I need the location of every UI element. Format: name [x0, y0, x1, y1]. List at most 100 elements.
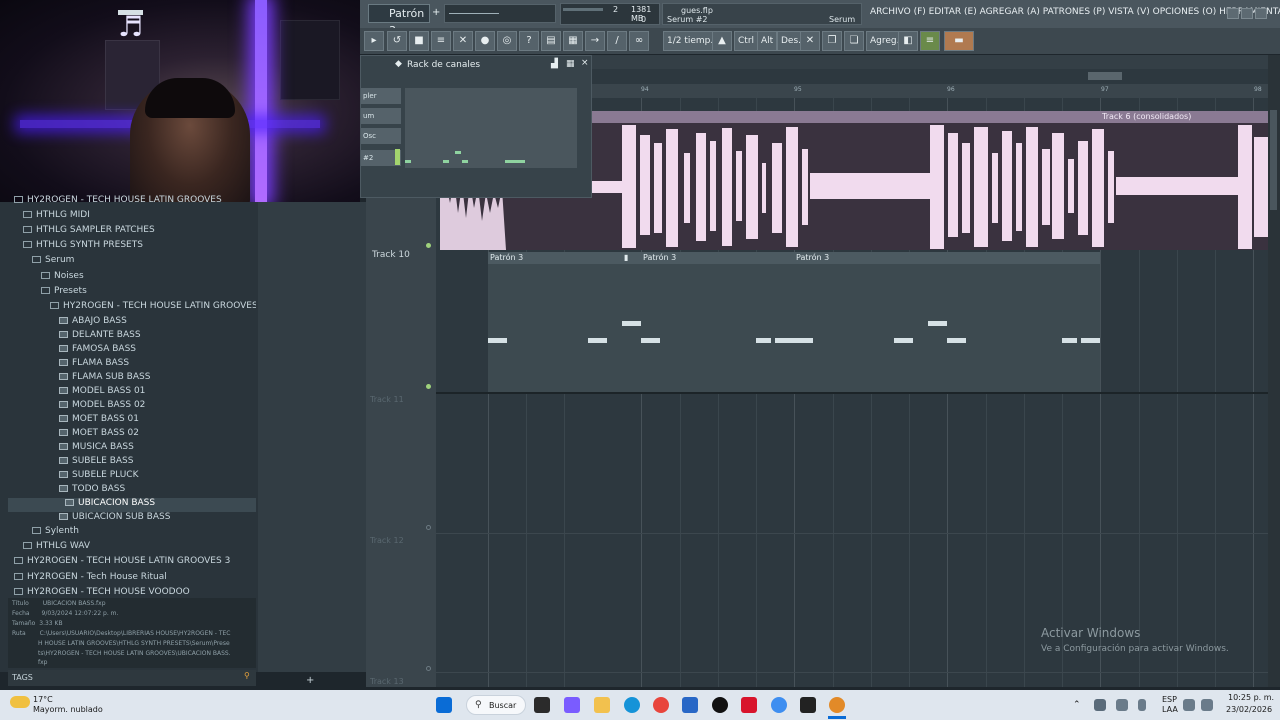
browser-folder-item[interactable]: Serum [8, 255, 256, 269]
browser-folder-item[interactable]: HY2ROGEN - TECH HOUSE VOODOO [8, 587, 256, 601]
live-icon[interactable] [800, 697, 816, 713]
browser-folder-item[interactable]: HY2ROGEN - TECH HOUSE LATIN GROOVES [8, 195, 256, 209]
browser-file-item[interactable]: FLAMA BASS [8, 358, 256, 372]
chrome-icon[interactable] [771, 697, 787, 713]
weather-temp[interactable]: 17°C [33, 695, 53, 704]
windows-start-icon[interactable] [436, 697, 452, 713]
horizontal-scroll-thumb[interactable] [1088, 72, 1122, 80]
browser-folder-item[interactable]: HTHLG MIDI [8, 210, 256, 224]
track-12-label[interactable]: Track 12 [370, 536, 404, 545]
add-pattern-icon[interactable]: + [432, 7, 440, 18]
brush-icon[interactable]: / [607, 31, 627, 51]
channel-button[interactable]: pler [361, 88, 401, 104]
browser-file-item[interactable]: UBICACION SUB BASS [8, 512, 256, 526]
arrow-right-icon[interactable]: → [585, 31, 605, 51]
edge-icon[interactable] [624, 697, 640, 713]
app-icon[interactable] [712, 697, 728, 713]
chat-icon[interactable]: ◎ [497, 31, 517, 51]
clock-time[interactable]: 10:25 p. m. [1228, 693, 1274, 702]
browser-folder-item[interactable]: HY2ROGEN - Tech House Ritual [8, 572, 256, 586]
wifi-icon[interactable] [1183, 699, 1195, 711]
weather-desc[interactable]: Mayorm. nublado [33, 705, 103, 714]
channel-button[interactable]: um [361, 108, 401, 124]
app-icon[interactable] [741, 697, 757, 713]
channel-button[interactable]: Osc [361, 128, 401, 144]
delete-icon[interactable]: ✕ [800, 31, 820, 51]
channel-rack[interactable]: Rack de canales ◆ ▟ ▦ × pler um Osc #2 [360, 55, 592, 198]
copy-icon[interactable]: ❐ [822, 31, 842, 51]
browser-folder-item[interactable]: HTHLG SAMPLER PATCHES [8, 225, 256, 239]
restore-icon[interactable] [1241, 8, 1253, 19]
rack-menu-icon[interactable]: ◆ [395, 59, 402, 69]
track-10-label[interactable]: Track 10 [372, 250, 410, 260]
step-sequencer-grid[interactable] [405, 88, 577, 168]
cut-icon[interactable]: ✕ [453, 31, 473, 51]
ctrl-button[interactable]: Ctrl [734, 31, 759, 51]
track-indicator[interactable] [426, 666, 431, 671]
channel-selector[interactable] [395, 149, 400, 165]
browser-file-item[interactable]: ABAJO BASS [8, 316, 256, 330]
track-indicator[interactable] [426, 384, 431, 389]
snap-selector[interactable]: 1/2 tiemp. [663, 31, 718, 51]
scrollbar-thumb[interactable] [1270, 110, 1277, 210]
plugin-icon[interactable]: ◧ [898, 31, 918, 51]
volume-icon[interactable] [1201, 699, 1213, 711]
mic-icon[interactable] [1138, 699, 1146, 711]
browser-icon[interactable]: ▤ [541, 31, 561, 51]
lang-layout[interactable]: LAA [1162, 705, 1178, 714]
file-explorer-icon[interactable] [594, 697, 610, 713]
browser-file-item[interactable]: SUBELE PLUCK [8, 470, 256, 484]
chrome-icon[interactable] [653, 697, 669, 713]
audio-clip-header[interactable]: Track 6 (consolidados) [592, 111, 1268, 123]
mixer-icon[interactable]: ≡ [431, 31, 451, 51]
network-icon[interactable] [1116, 699, 1128, 711]
track-indicator[interactable] [426, 525, 431, 530]
tray-icon[interactable] [1094, 699, 1106, 711]
undo-icon[interactable]: ↺ [387, 31, 407, 51]
browser-folder-item[interactable]: HY2ROGEN - TECH HOUSE LATIN GROOVES 3 [8, 556, 256, 570]
paste-icon[interactable]: ❏ [844, 31, 864, 51]
browser-file-item[interactable]: MUSICA BASS [8, 442, 256, 456]
browser-folder-item[interactable]: HTHLG WAV [8, 541, 256, 555]
browser-folder-item[interactable]: HY2ROGEN - TECH HOUSE LATIN GROOVES [8, 301, 256, 315]
pattern-selector[interactable]: Patrón 3 [368, 4, 430, 37]
rack-close-icon[interactable]: × [581, 58, 589, 68]
save-icon[interactable]: ■ [409, 31, 429, 51]
copilot-icon[interactable] [564, 697, 580, 713]
track-indicator[interactable] [426, 243, 431, 248]
chevron-up-icon[interactable]: ⌃ [1073, 700, 1081, 710]
metronome-icon[interactable]: ▲ [712, 31, 732, 51]
browser-folder-item[interactable]: Sylenth [8, 526, 256, 540]
track-13-label[interactable]: Track 13 [370, 677, 404, 686]
search-icon[interactable]: ⚲ [244, 671, 250, 680]
browser-file-item[interactable]: MOET BASS 01 [8, 414, 256, 428]
store-icon[interactable] [682, 697, 698, 713]
browser-file-item[interactable]: SUBELE BASS [8, 456, 256, 470]
piano-icon[interactable]: ▦ [563, 31, 583, 51]
add-track-icon[interactable]: + [306, 675, 314, 686]
browser-file-item[interactable]: TODO BASS [8, 484, 256, 498]
browser-folder-item[interactable]: Presets [8, 286, 256, 300]
help-icon[interactable]: ? [519, 31, 539, 51]
tags-bar[interactable]: TAGS ⚲ [8, 670, 256, 686]
timeline-ruler[interactable]: 94 95 96 97 98 [592, 84, 1268, 98]
rack-grid-icon[interactable]: ▦ [566, 59, 575, 69]
main-menu[interactable]: ARCHIVO (F) EDITAR (E) AGREGAR (A) PATRO… [870, 7, 1280, 17]
record-tool-icon[interactable]: ▬ [944, 31, 974, 51]
tempo-icon[interactable]: ≡ [920, 31, 940, 51]
browser-folder-item[interactable]: HTHLG SYNTH PRESETS [8, 240, 256, 254]
minimize-icon[interactable] [1227, 8, 1239, 19]
close-icon[interactable] [1255, 8, 1267, 19]
lang-code[interactable]: ESP [1162, 695, 1177, 704]
browser-file-item[interactable]: MODEL BASS 02 [8, 400, 256, 414]
task-view-icon[interactable] [534, 697, 550, 713]
weather-icon[interactable] [10, 696, 30, 708]
browser-file-item[interactable]: DELANTE BASS [8, 330, 256, 344]
rack-graph-icon[interactable]: ▟ [551, 59, 558, 69]
mic-icon[interactable]: ● [475, 31, 495, 51]
pattern-clip[interactable] [488, 252, 1100, 392]
clock-date[interactable]: 23/02/2026 [1226, 705, 1272, 714]
browser-file-item[interactable]: UBICACION BASS [8, 498, 256, 512]
alt-button[interactable]: Alt [757, 31, 778, 51]
browser-file-item[interactable]: MOET BASS 02 [8, 428, 256, 442]
